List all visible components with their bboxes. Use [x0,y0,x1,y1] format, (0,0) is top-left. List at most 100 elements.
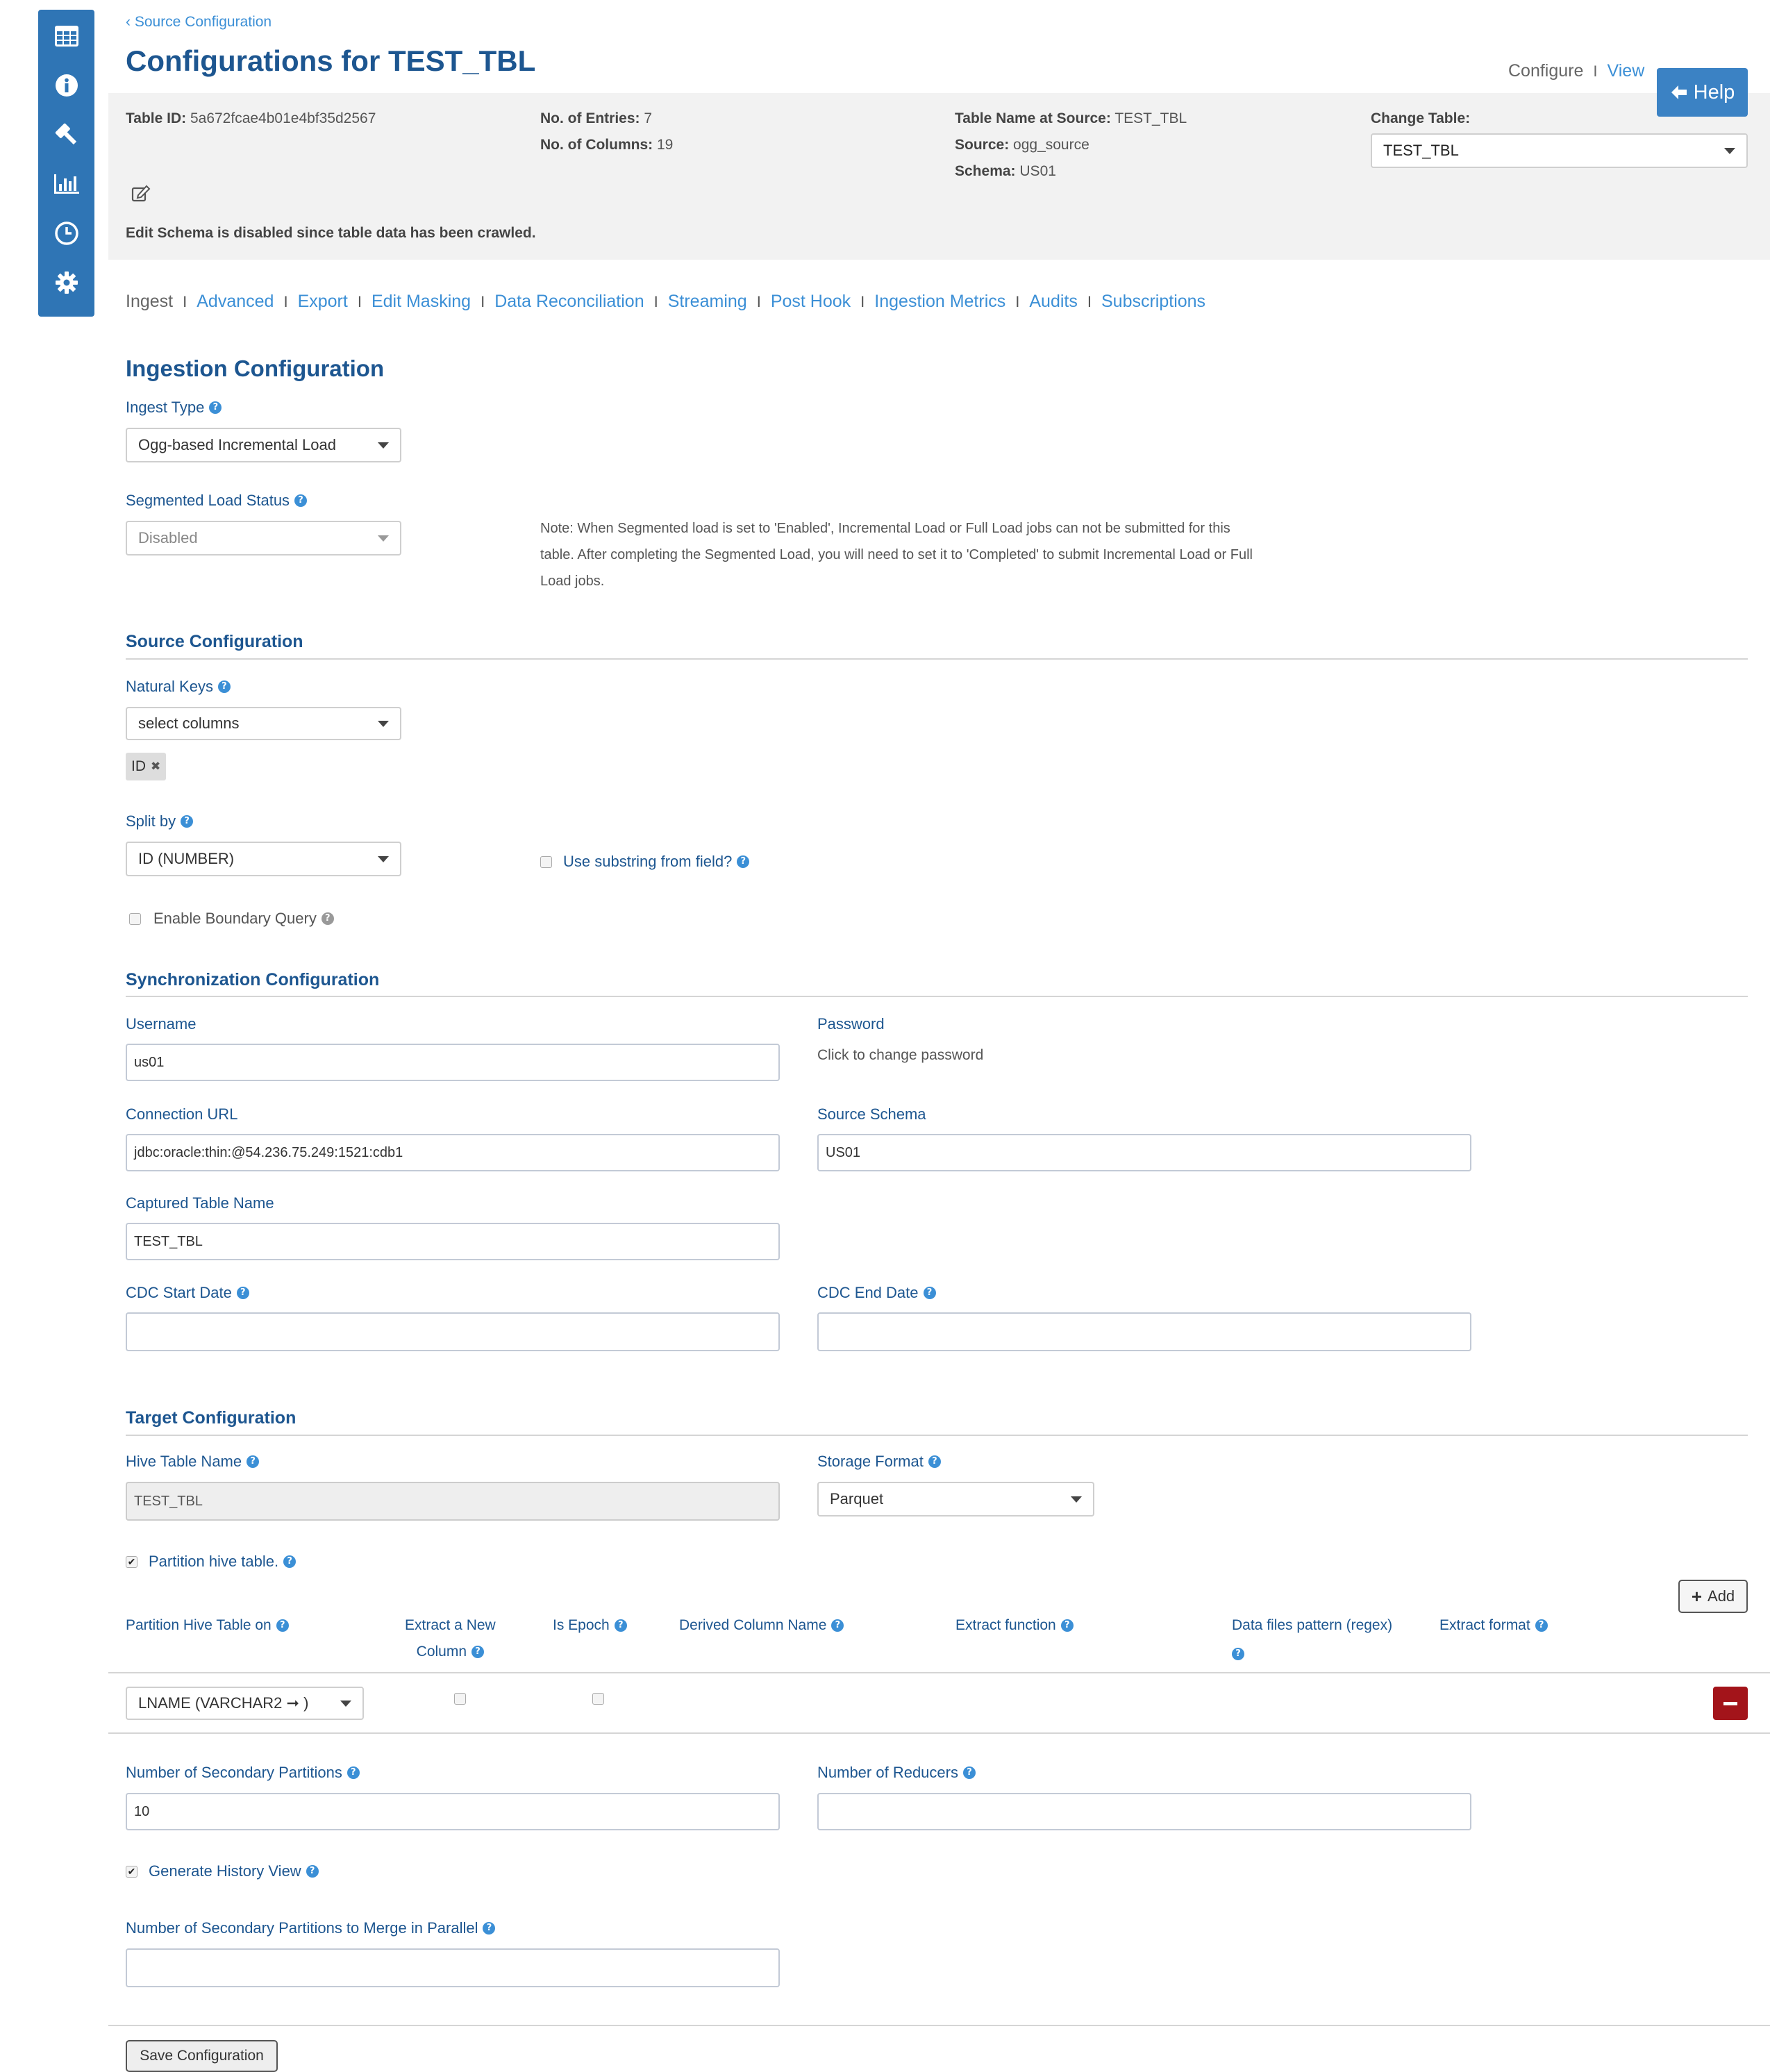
tab-subscriptions[interactable]: Subscriptions [1101,292,1205,312]
divider [126,658,1748,660]
tab-streaming[interactable]: Streaming [668,292,747,312]
help-icon[interactable]: ? [471,1646,485,1658]
ingestion-title: Ingestion Configuration [126,356,385,381]
header-extract-new: Extract a New Column? [405,1612,496,1665]
divider [126,1435,1748,1436]
bar-chart-icon[interactable] [51,169,82,199]
help-icon[interactable]: ? [283,1555,297,1568]
view-link[interactable]: View [1608,61,1645,81]
storage-format-select[interactable]: Parquet [817,1482,1094,1517]
help-icon[interactable]: ? [294,494,308,507]
tab-post-hook[interactable]: Post Hook [771,292,851,312]
help-icon[interactable]: ? [928,1455,941,1468]
breadcrumb[interactable]: ‹ Source Configuration [126,14,272,31]
help-icon[interactable]: ? [1535,1619,1548,1632]
partition-column-select[interactable]: LNAME (VARCHAR2 ➞ ) [126,1687,364,1720]
help-icon[interactable]: ? [737,855,750,868]
secondary-partitions-input[interactable]: 10 [126,1793,780,1830]
chevron-down-icon [378,535,389,542]
cdc-start-input[interactable] [126,1312,780,1351]
history-view-checkbox[interactable]: ✔ [126,1865,137,1878]
chevron-down-icon [1724,147,1735,154]
username-input[interactable]: us01 [126,1044,780,1081]
boundary-checkbox[interactable] [129,912,141,925]
help-icon[interactable]: ? [1060,1619,1074,1632]
help-label: Help [1693,81,1735,103]
gear-icon[interactable] [51,267,82,297]
help-icon[interactable]: ? [276,1619,289,1632]
help-icon[interactable]: ? [306,1865,319,1878]
sync-config-title: Synchronization Configuration [126,970,380,989]
info-icon[interactable] [51,70,82,100]
connection-url-label: Connection URL [126,1105,238,1123]
save-configuration-button[interactable]: Save Configuration [126,2040,278,2072]
source-schema-input[interactable]: US01 [817,1134,1471,1171]
change-table-select[interactable]: TEST_TBL [1371,133,1748,168]
help-icon[interactable]: ? [614,1619,627,1632]
help-button[interactable]: Help [1657,68,1748,117]
is-epoch-checkbox[interactable] [592,1693,604,1705]
table-id-value: 5a672fcae4b01e4bf35d2567 [190,110,376,126]
tab-ingestion-metrics[interactable]: Ingestion Metrics [874,292,1005,312]
split-by-value: ID (NUMBER) [138,850,235,867]
edit-schema-icon[interactable] [131,184,151,206]
help-icon[interactable]: ? [483,1922,496,1935]
header-extract-format: Extract format? [1439,1612,1548,1639]
help-icon[interactable]: ? [217,680,231,693]
partition-checkbox[interactable]: ✔ [126,1555,137,1568]
cdc-end-input[interactable] [817,1312,1471,1351]
help-icon[interactable]: ? [181,815,194,828]
segmented-value: Disabled [138,529,198,546]
help-icon[interactable]: ? [209,401,222,414]
tab-edit-masking[interactable]: Edit Masking [371,292,471,312]
clock-icon[interactable] [51,218,82,248]
help-icon[interactable]: ? [247,1455,260,1468]
storage-format-value: Parquet [830,1490,884,1507]
help-icon[interactable]: ? [347,1766,360,1779]
substring-checkbox[interactable] [540,855,552,868]
segmented-select[interactable]: Disabled [126,521,401,555]
tab-data-reconciliation[interactable]: Data Reconciliation [494,292,644,312]
reducers-input[interactable] [817,1793,1471,1830]
table-id: Table ID: 5a672fcae4b01e4bf35d2567 [126,106,376,132]
cdc-end-label: CDC End Date? [817,1284,936,1302]
split-by-select[interactable]: ID (NUMBER) [126,842,401,876]
configure-link[interactable]: Configure [1508,61,1583,81]
add-partition-button[interactable]: + Add [1678,1580,1748,1613]
table-icon[interactable] [51,21,82,51]
header-text: Column [416,1644,467,1660]
extract-new-checkbox[interactable] [454,1693,466,1705]
page-title: Configurations for TEST_TBL [126,44,536,77]
tab-advanced[interactable]: Advanced [197,292,274,312]
help-icon[interactable]: ? [321,912,334,925]
history-view-label: Generate History View? [149,1862,319,1880]
merge-parallel-input[interactable] [126,1948,780,1987]
natural-keys-select[interactable]: select columns [126,707,401,740]
partition-option: ✔ Partition hive table.? [126,1553,297,1571]
tab-separator: I [1015,292,1020,310]
ingest-type-select[interactable]: Ogg-based Incremental Load [126,428,401,462]
password-label: Password [817,1015,885,1033]
breadcrumb-label[interactable]: Source Configuration [135,14,272,30]
remove-partition-button[interactable] [1713,1687,1748,1720]
help-icon[interactable]: ? [962,1766,976,1779]
tab-ingest[interactable]: Ingest [126,292,173,312]
table-divider [108,1672,1770,1673]
change-table-label: Change Table: [1371,110,1471,126]
tab-separator: I [653,292,658,310]
table-id-label: Table ID: [126,110,187,126]
hive-table-input: TEST_TBL [126,1482,780,1521]
tab-separator: I [357,292,362,310]
help-icon[interactable]: ? [1232,1648,1244,1660]
connection-url-input[interactable]: jdbc:oracle:thin:@54.236.75.249:1521:cdb… [126,1134,780,1171]
add-label: Add [1708,1587,1735,1605]
remove-tag-icon[interactable]: ✖ [151,760,160,774]
tab-export[interactable]: Export [298,292,348,312]
captured-table-input[interactable]: TEST_TBL [126,1223,780,1260]
help-icon[interactable]: ? [831,1619,844,1632]
gavel-icon[interactable] [51,119,82,149]
tab-audits[interactable]: Audits [1029,292,1077,312]
change-password-link[interactable]: Click to change password [817,1047,983,1064]
help-icon[interactable]: ? [236,1287,249,1299]
help-icon[interactable]: ? [923,1287,936,1299]
